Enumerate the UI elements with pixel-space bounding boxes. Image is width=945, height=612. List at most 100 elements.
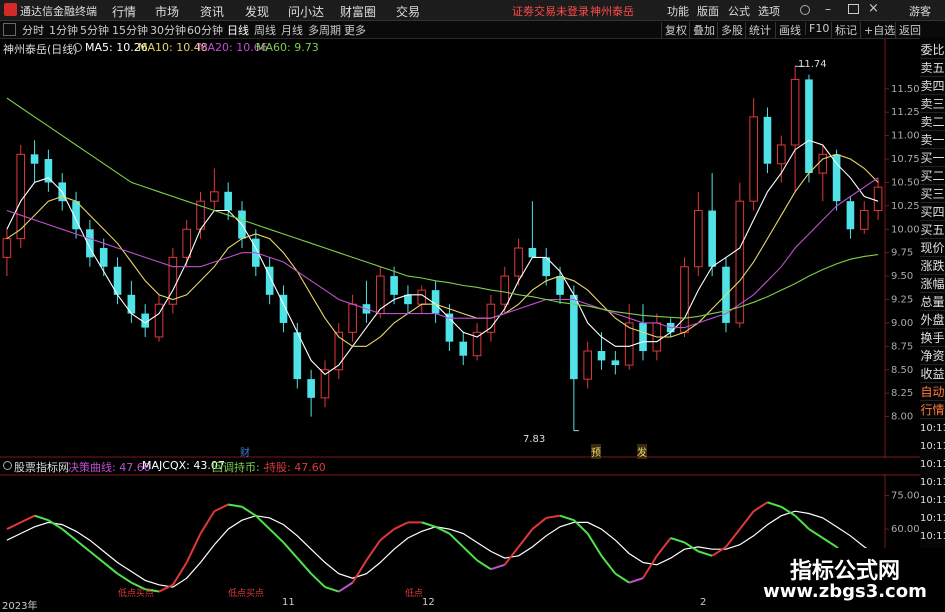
event-marker-release[interactable]: 发 [637, 444, 647, 459]
candle-body [790, 78, 800, 146]
quote-field-label: 买一 [920, 151, 945, 167]
y-tick-label: 9.25 [891, 295, 913, 306]
menu-wealth-circle[interactable]: 财富圈 [340, 3, 376, 20]
indicator-segment-decision [753, 501, 769, 513]
candle-body [348, 303, 357, 333]
indicator-segment-decision [711, 546, 727, 557]
tool-overlay[interactable]: 叠加 [689, 22, 715, 38]
indicator-segment-decision [213, 503, 229, 513]
quote-field-label: 卖一 [920, 133, 945, 149]
options-button[interactable]: 选项 [758, 3, 780, 19]
indicator-segment-decision [490, 563, 506, 571]
tool-f10[interactable]: F10 [805, 22, 829, 35]
tool-adjust[interactable]: 复权 [661, 22, 687, 38]
indicator-segment-decision [6, 521, 22, 530]
tool-mark[interactable]: 标记 [831, 22, 857, 38]
indicator-segment-decision [296, 557, 312, 575]
indicator-name[interactable]: 股票指标网 [14, 459, 69, 475]
app-logo-icon [4, 3, 17, 16]
tool-draw-line[interactable]: 画线 [775, 22, 801, 38]
candle-body [375, 275, 385, 315]
function-button[interactable]: 功能 [667, 3, 689, 19]
menu-discover[interactable]: 发现 [245, 3, 269, 20]
y-tick-label: 10.00 [891, 224, 920, 235]
indicator-segment-decision [199, 510, 216, 535]
y-tick-label: 8.00 [891, 412, 913, 423]
maximize-icon[interactable] [848, 4, 859, 14]
tool-multi-stock[interactable]: 多股 [717, 22, 743, 38]
candlestick-chart[interactable]: 8.00 8.25 8.50 8.75 9.00 9.25 9.50 9.75 10.00 10.… [0, 38, 920, 458]
period-5min[interactable]: 5分钟 [80, 22, 109, 38]
tool-statistics[interactable]: 统计 [745, 22, 771, 38]
panel-toggle-icon[interactable] [3, 23, 16, 36]
layout-button[interactable]: 版面 [697, 3, 719, 19]
candle-body [680, 266, 689, 333]
title-bar: 通达信金融终端 行情 市场 资讯 发现 问小达 财富圈 交易 证劵交易未登录 神… [0, 0, 945, 21]
guest-user[interactable]: 游客 [909, 3, 931, 19]
menu-market-quotes[interactable]: 行情 [112, 3, 136, 20]
candle-body [500, 275, 510, 305]
period-daily[interactable]: 日线 [227, 22, 249, 38]
quote-field-label: 换手 [920, 331, 945, 347]
y-tick-label: 8.25 [891, 388, 913, 399]
tick-time: 10:11 [920, 477, 945, 488]
event-marker-finance[interactable]: 财 [240, 444, 250, 459]
indicator-options-icon[interactable] [3, 461, 12, 470]
app-title: 通达信金融终端 [20, 5, 97, 18]
candle-body [307, 379, 315, 398]
login-alert[interactable]: 证劵交易未登录 [512, 3, 589, 19]
y-tick-label: 10.25 [891, 201, 920, 212]
y-tick-label: 11.50 [891, 84, 920, 95]
candle-body [805, 79, 813, 174]
period-1min[interactable]: 1分钟 [49, 22, 78, 38]
candle-body [708, 210, 716, 267]
tool-back[interactable]: 返回 [895, 22, 921, 38]
minimize-icon[interactable]: – [825, 2, 831, 16]
candle-body [694, 210, 703, 268]
indicator-line-hold: 持股: 47.60 [265, 461, 326, 474]
menu-trade[interactable]: 交易 [396, 3, 420, 20]
indicator-segment-decision [241, 505, 257, 517]
indicator-segment-decision [393, 521, 409, 530]
event-marker-forecast[interactable]: 预 [591, 444, 601, 459]
y-tick-label: 8.75 [891, 341, 913, 352]
settings-icon[interactable] [800, 5, 810, 15]
candle-body [570, 294, 578, 380]
menu-news[interactable]: 资讯 [200, 3, 224, 20]
period-weekly[interactable]: 周线 [254, 22, 276, 38]
period-60min[interactable]: 60分钟 [187, 22, 223, 38]
indicator-label-buy-1: 低点买点 [118, 589, 155, 599]
indicator-segment-decision [228, 503, 243, 508]
indicator-segment-decision [628, 577, 644, 584]
period-monthly[interactable]: 月线 [281, 22, 303, 38]
y-tick-label: 9.00 [891, 318, 913, 329]
indicator-segment-decision [559, 514, 575, 522]
candle-body [749, 116, 758, 202]
quote-field-label: 涨幅 [920, 277, 945, 293]
indicator-segment-decision [34, 514, 49, 522]
quote-field-label[interactable]: 自动 [920, 384, 945, 401]
period-multi[interactable]: 多周期 [308, 22, 341, 38]
candle-body [597, 351, 606, 361]
period-30min[interactable]: 30分钟 [150, 22, 186, 38]
indicator-segment-decision [794, 514, 810, 530]
indicator-label-buy-2: 低点买点 [228, 589, 265, 599]
period-more[interactable]: 更多 [344, 22, 366, 38]
formula-button[interactable]: 公式 [728, 3, 750, 19]
candle-body [556, 276, 564, 295]
period-intraday[interactable]: 分时 [22, 22, 44, 38]
candle-body [832, 154, 841, 202]
menu-ask-xiaoda[interactable]: 问小达 [288, 3, 324, 20]
candle-body [583, 350, 592, 380]
quote-field-label: 卖四 [920, 79, 945, 95]
tool-add-watchlist[interactable]: +自选 [860, 22, 895, 38]
indicator-tick-label: 75.00 [891, 491, 920, 502]
indicator-segment-decision [172, 562, 188, 586]
close-icon[interactable]: × [868, 1, 879, 16]
menu-market[interactable]: 市场 [155, 3, 179, 20]
indicator-label-buy-3: 低点 [405, 589, 424, 599]
quote-field-label: 买二 [920, 169, 945, 185]
candle-body [514, 247, 523, 277]
period-15min[interactable]: 15分钟 [112, 22, 148, 38]
quote-field-label[interactable]: 行情 [920, 402, 945, 419]
